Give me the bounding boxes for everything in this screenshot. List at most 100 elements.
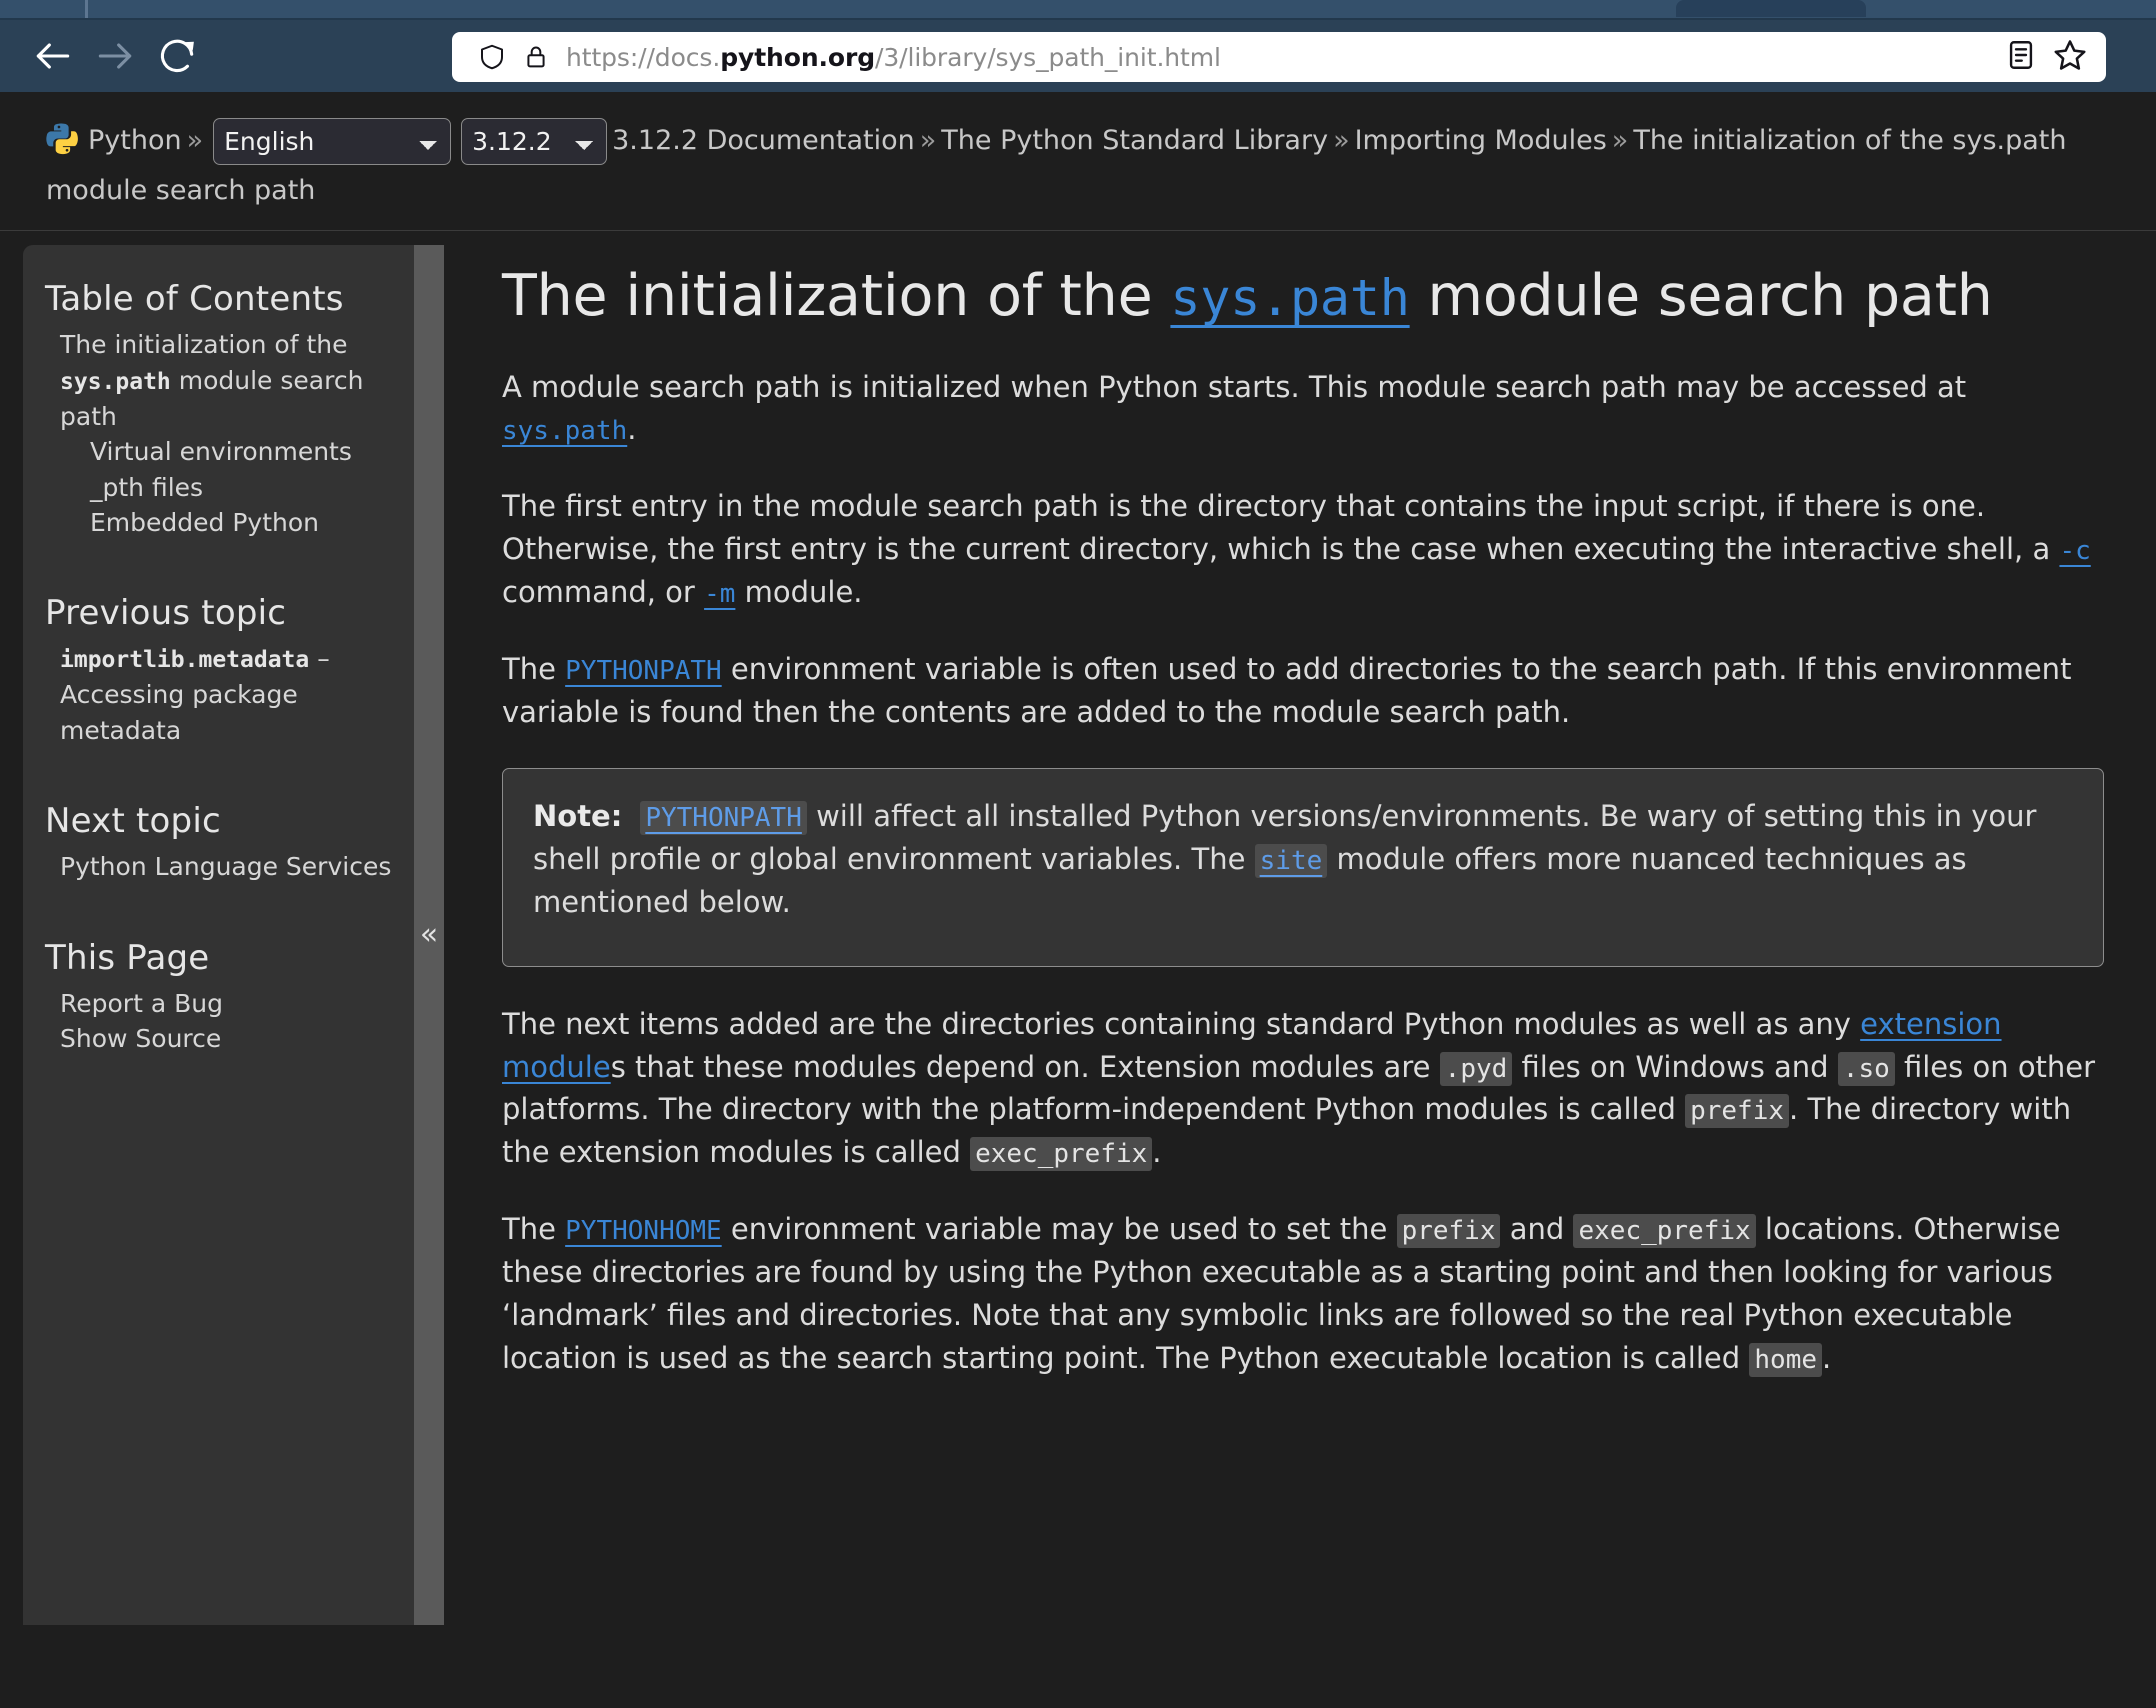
- p5-text-e: .: [1822, 1340, 1832, 1375]
- browser-toolbar: https://docs.python.org/3/library/sys_pa…: [0, 20, 2156, 92]
- address-bar[interactable]: https://docs.python.org/3/library/sys_pa…: [452, 32, 2106, 82]
- code-exec-prefix: exec_prefix: [970, 1137, 1153, 1172]
- p5-text-c: and: [1500, 1212, 1574, 1247]
- page-title-pre: The initialization of the: [502, 263, 1171, 330]
- note-label: Note:: [533, 798, 623, 833]
- p4-text-c: files on Windows and: [1512, 1049, 1838, 1084]
- back-arrow-icon: [36, 43, 70, 69]
- chevron-double-left-icon: «: [419, 917, 439, 953]
- toc-list: The initialization of the sys.path modul…: [45, 327, 410, 540]
- toc-heading: Table of Contents: [45, 279, 344, 320]
- list-item: Report a Bug: [60, 986, 410, 1022]
- toc-subitem: Virtual environments: [90, 434, 410, 470]
- breadcrumb-sep-3: »: [1333, 125, 1350, 156]
- note-site-link[interactable]: site: [1254, 843, 1328, 878]
- this-page-list: Report a Bug Show Source: [45, 986, 410, 1057]
- toc-sublist: Virtual environments _pth files Embedded…: [60, 434, 410, 541]
- bookmark-star-icon[interactable]: [2052, 37, 2088, 77]
- tab-strip: [0, 0, 2156, 18]
- paragraph-pythonhome: The PYTHONHOME environment variable may …: [502, 1208, 2104, 1380]
- page-title-sys-path-link[interactable]: sys.path: [1170, 269, 1409, 327]
- previous-topic-link-wrap: importlib.metadata – Accessing package m…: [45, 641, 410, 750]
- toc-subitem: Embedded Python: [90, 505, 410, 541]
- pythonpath-link[interactable]: PYTHONPATH: [565, 656, 722, 686]
- forward-button[interactable]: [84, 25, 146, 87]
- code-so: .so: [1837, 1051, 1895, 1086]
- breadcrumb-sep-4: »: [1611, 125, 1629, 156]
- list-item: Show Source: [60, 1021, 410, 1057]
- p2-text-c: module.: [735, 575, 863, 610]
- show-source-link[interactable]: Show Source: [60, 1024, 221, 1053]
- p5-text-b: environment variable may be used to set …: [721, 1212, 1397, 1247]
- option-c-link[interactable]: -c: [2059, 536, 2090, 566]
- browser-chrome: https://docs.python.org/3/library/sys_pa…: [0, 0, 2156, 92]
- lock-icon[interactable]: [514, 43, 558, 71]
- p1-text-a: A module search path is initialized when…: [502, 369, 1967, 404]
- page-title-post: module search path: [1409, 263, 1993, 330]
- next-topic-link-wrap: Python Language Services: [45, 849, 410, 885]
- reader-view-icon[interactable]: [2004, 38, 2038, 76]
- breadcrumb: Python» English 3.12.2 3.12.2 Documentation…: [0, 92, 2156, 232]
- toc-subitem: _pth files: [90, 470, 410, 506]
- page-body: Table of Contents The initialization of …: [0, 231, 2156, 1626]
- breadcrumb-item-importing-modules[interactable]: Importing Modules: [1355, 125, 1607, 156]
- p4-text-f: .: [1152, 1135, 1162, 1170]
- note-text: Note: PYTHONPATH will affect all installe…: [533, 795, 2073, 924]
- sidebar: Table of Contents The initialization of …: [0, 231, 444, 1626]
- p3-text-b: environment variable is often used to ad…: [502, 652, 2072, 730]
- paragraph-extension-modules: The next items added are the directories…: [502, 1003, 2104, 1175]
- toc-root-code: sys.path: [60, 368, 171, 395]
- option-m-link[interactable]: -m: [704, 579, 735, 609]
- p4-text-b: s that these modules depend on. Extensio…: [610, 1049, 1440, 1084]
- breadcrumb-sep-1: »: [186, 125, 204, 156]
- report-a-bug-link[interactable]: Report a Bug: [60, 989, 223, 1018]
- p2-text-a: The first entry in the module search pat…: [502, 489, 2060, 567]
- breadcrumb-item-stdlib[interactable]: The Python Standard Library: [941, 125, 1328, 156]
- sidebar-item-sys-path-init[interactable]: The initialization of the sys.path modul…: [60, 330, 363, 430]
- page-viewport: Python» English 3.12.2 3.12.2 Documentation…: [0, 92, 2156, 1708]
- toc-root-pre: The initialization of the: [60, 330, 348, 360]
- main-content: The initialization of the sys.path modul…: [444, 231, 2104, 1625]
- next-topic-link[interactable]: Python Language Services: [60, 852, 391, 881]
- sys-path-link[interactable]: sys.path: [502, 416, 627, 446]
- code-prefix-2: prefix: [1396, 1214, 1501, 1249]
- reload-icon: [160, 39, 194, 73]
- p4-text-a: The next items added are the directories…: [502, 1006, 1861, 1041]
- shield-icon[interactable]: [470, 42, 514, 72]
- p1-text-b: .: [627, 412, 637, 447]
- pythonhome-link[interactable]: PYTHONHOME: [565, 1216, 722, 1246]
- previous-topic-link[interactable]: importlib.metadata – Accessing package m…: [60, 644, 330, 746]
- reload-button[interactable]: [146, 25, 208, 87]
- previous-topic-code: importlib.metadata: [60, 646, 310, 673]
- sidebar-panel: Table of Contents The initialization of …: [23, 245, 444, 1626]
- version-select[interactable]: 3.12.2: [461, 118, 608, 165]
- paragraph-first-entry: The first entry in the module search pat…: [502, 485, 2104, 614]
- sidebar-item-embedded-python[interactable]: Embedded Python: [90, 508, 319, 537]
- toc-root-item: The initialization of the sys.path modul…: [60, 327, 410, 540]
- breadcrumb-sep-2: »: [919, 125, 937, 156]
- url-text[interactable]: https://docs.python.org/3/library/sys_pa…: [558, 43, 2004, 72]
- code-home: home: [1749, 1342, 1823, 1377]
- p2-text-b: command, or: [502, 575, 705, 610]
- sidebar-collapse-button[interactable]: «: [414, 245, 444, 1626]
- sidebar-item-virtual-environments[interactable]: Virtual environments: [90, 437, 352, 466]
- tab-strip-divider: [85, 0, 88, 18]
- this-page-heading: This Page: [45, 937, 210, 978]
- p3-text-a: The: [502, 652, 566, 687]
- code-prefix: prefix: [1685, 1094, 1790, 1129]
- note-admonition: Note: PYTHONPATH will affect all installe…: [502, 767, 2104, 967]
- note-pythonpath-link[interactable]: PYTHONPATH: [640, 800, 807, 835]
- p5-text-a: The: [502, 1212, 566, 1247]
- paragraph-intro: A module search path is initialized when…: [502, 366, 2104, 452]
- sidebar-item-pth-files[interactable]: _pth files: [90, 473, 203, 502]
- previous-topic-heading: Previous topic: [45, 592, 287, 633]
- language-select[interactable]: English: [213, 118, 452, 165]
- back-button[interactable]: [22, 25, 84, 87]
- breadcrumb-item-docs[interactable]: 3.12.2 Documentation: [612, 125, 915, 156]
- breadcrumb-home[interactable]: Python: [88, 125, 182, 156]
- python-logo-icon: [46, 121, 80, 169]
- next-topic-heading: Next topic: [45, 801, 221, 842]
- forward-arrow-icon: [98, 43, 132, 69]
- paragraph-pythonpath: The PYTHONPATH environment variable is o…: [502, 648, 2104, 734]
- browser-tab[interactable]: [1676, 0, 1866, 17]
